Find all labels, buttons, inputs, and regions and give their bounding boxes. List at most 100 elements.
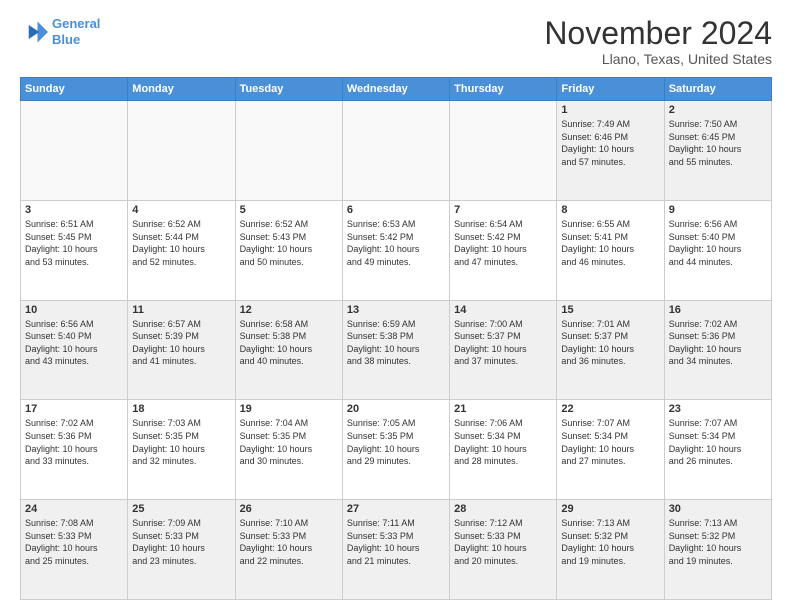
day-number: 9: [669, 204, 767, 216]
calendar-cell-2-4: 14 Sunrise: 7:00 AM Sunset: 5:37 PM Dayli…: [450, 300, 557, 400]
calendar-cell-1-0: 3 Sunrise: 6:51 AM Sunset: 5:45 PM Daylig…: [21, 200, 128, 300]
day-number: 1: [561, 104, 659, 116]
day-number: 17: [25, 403, 123, 415]
calendar-header-wednesday: Wednesday: [342, 78, 449, 101]
calendar-cell-4-4: 28 Sunrise: 7:12 AM Sunset: 5:33 PM Dayli…: [450, 500, 557, 600]
day-info: Sunrise: 6:52 AM Sunset: 5:44 PM Dayligh…: [132, 218, 230, 268]
day-number: 4: [132, 204, 230, 216]
logo-blue: Blue: [52, 32, 100, 48]
calendar-cell-2-6: 16 Sunrise: 7:02 AM Sunset: 5:36 PM Dayli…: [664, 300, 771, 400]
calendar-cell-3-2: 19 Sunrise: 7:04 AM Sunset: 5:35 PM Dayli…: [235, 400, 342, 500]
calendar-header-thursday: Thursday: [450, 78, 557, 101]
day-info: Sunrise: 7:49 AM Sunset: 6:46 PM Dayligh…: [561, 118, 659, 168]
day-number: 21: [454, 403, 552, 415]
day-number: 13: [347, 304, 445, 316]
calendar-week-3: 17 Sunrise: 7:02 AM Sunset: 5:36 PM Dayli…: [21, 400, 772, 500]
day-number: 8: [561, 204, 659, 216]
day-info: Sunrise: 6:56 AM Sunset: 5:40 PM Dayligh…: [669, 218, 767, 268]
page: General Blue November 2024 Llano, Texas,…: [0, 0, 792, 612]
day-info: Sunrise: 7:08 AM Sunset: 5:33 PM Dayligh…: [25, 517, 123, 567]
day-info: Sunrise: 7:02 AM Sunset: 5:36 PM Dayligh…: [25, 417, 123, 467]
day-number: 16: [669, 304, 767, 316]
calendar-cell-3-4: 21 Sunrise: 7:06 AM Sunset: 5:34 PM Dayli…: [450, 400, 557, 500]
day-info: Sunrise: 6:55 AM Sunset: 5:41 PM Dayligh…: [561, 218, 659, 268]
calendar-cell-3-3: 20 Sunrise: 7:05 AM Sunset: 5:35 PM Dayli…: [342, 400, 449, 500]
calendar-cell-2-5: 15 Sunrise: 7:01 AM Sunset: 5:37 PM Dayli…: [557, 300, 664, 400]
day-number: 23: [669, 403, 767, 415]
calendar-cell-4-6: 30 Sunrise: 7:13 AM Sunset: 5:32 PM Dayli…: [664, 500, 771, 600]
calendar-cell-0-1: [128, 101, 235, 201]
day-info: Sunrise: 6:59 AM Sunset: 5:38 PM Dayligh…: [347, 318, 445, 368]
calendar-header-tuesday: Tuesday: [235, 78, 342, 101]
day-info: Sunrise: 7:13 AM Sunset: 5:32 PM Dayligh…: [561, 517, 659, 567]
calendar-week-2: 10 Sunrise: 6:56 AM Sunset: 5:40 PM Dayli…: [21, 300, 772, 400]
day-info: Sunrise: 7:01 AM Sunset: 5:37 PM Dayligh…: [561, 318, 659, 368]
day-info: Sunrise: 6:57 AM Sunset: 5:39 PM Dayligh…: [132, 318, 230, 368]
calendar-cell-0-2: [235, 101, 342, 201]
calendar-week-0: 1 Sunrise: 7:49 AM Sunset: 6:46 PM Daylig…: [21, 101, 772, 201]
calendar-cell-2-3: 13 Sunrise: 6:59 AM Sunset: 5:38 PM Dayli…: [342, 300, 449, 400]
calendar-cell-3-1: 18 Sunrise: 7:03 AM Sunset: 5:35 PM Dayli…: [128, 400, 235, 500]
day-info: Sunrise: 6:51 AM Sunset: 5:45 PM Dayligh…: [25, 218, 123, 268]
calendar-cell-3-6: 23 Sunrise: 7:07 AM Sunset: 5:34 PM Dayli…: [664, 400, 771, 500]
day-info: Sunrise: 7:50 AM Sunset: 6:45 PM Dayligh…: [669, 118, 767, 168]
logo-text: General Blue: [52, 16, 100, 47]
calendar-week-1: 3 Sunrise: 6:51 AM Sunset: 5:45 PM Daylig…: [21, 200, 772, 300]
calendar-cell-4-2: 26 Sunrise: 7:10 AM Sunset: 5:33 PM Dayli…: [235, 500, 342, 600]
day-info: Sunrise: 7:00 AM Sunset: 5:37 PM Dayligh…: [454, 318, 552, 368]
logo-general: General: [52, 16, 100, 31]
calendar-header-sunday: Sunday: [21, 78, 128, 101]
calendar-cell-4-5: 29 Sunrise: 7:13 AM Sunset: 5:32 PM Dayli…: [557, 500, 664, 600]
day-number: 24: [25, 503, 123, 515]
calendar-cell-2-1: 11Sunrise: 6:57 AM Sunset: 5:39 PM Dayli…: [128, 300, 235, 400]
calendar-cell-3-0: 17 Sunrise: 7:02 AM Sunset: 5:36 PM Dayli…: [21, 400, 128, 500]
calendar-cell-1-3: 6Sunrise: 6:53 AM Sunset: 5:42 PM Daylig…: [342, 200, 449, 300]
day-number: 20: [347, 403, 445, 415]
day-number: 27: [347, 503, 445, 515]
top-section: General Blue November 2024 Llano, Texas,…: [20, 16, 772, 67]
calendar-cell-4-1: 25Sunrise: 7:09 AM Sunset: 5:33 PM Dayli…: [128, 500, 235, 600]
day-info: Sunrise: 7:06 AM Sunset: 5:34 PM Dayligh…: [454, 417, 552, 467]
calendar-cell-2-0: 10 Sunrise: 6:56 AM Sunset: 5:40 PM Dayli…: [21, 300, 128, 400]
day-number: 28: [454, 503, 552, 515]
calendar-cell-4-0: 24 Sunrise: 7:08 AM Sunset: 5:33 PM Dayli…: [21, 500, 128, 600]
day-info: Sunrise: 7:13 AM Sunset: 5:32 PM Dayligh…: [669, 517, 767, 567]
calendar-cell-0-0: [21, 101, 128, 201]
day-number: 5: [240, 204, 338, 216]
day-number: 25: [132, 503, 230, 515]
logo: General Blue: [20, 16, 100, 47]
calendar-cell-1-5: 8 Sunrise: 6:55 AM Sunset: 5:41 PM Daylig…: [557, 200, 664, 300]
day-info: Sunrise: 7:07 AM Sunset: 5:34 PM Dayligh…: [669, 417, 767, 467]
day-info: Sunrise: 7:05 AM Sunset: 5:35 PM Dayligh…: [347, 417, 445, 467]
calendar-cell-0-6: 2Sunrise: 7:50 AM Sunset: 6:45 PM Daylig…: [664, 101, 771, 201]
calendar-cell-4-3: 27 Sunrise: 7:11 AM Sunset: 5:33 PM Dayli…: [342, 500, 449, 600]
day-info: Sunrise: 6:54 AM Sunset: 5:42 PM Dayligh…: [454, 218, 552, 268]
day-number: 30: [669, 503, 767, 515]
day-number: 18: [132, 403, 230, 415]
day-number: 26: [240, 503, 338, 515]
day-number: 29: [561, 503, 659, 515]
day-number: 14: [454, 304, 552, 316]
day-info: Sunrise: 6:58 AM Sunset: 5:38 PM Dayligh…: [240, 318, 338, 368]
location: Llano, Texas, United States: [544, 51, 772, 67]
day-info: Sunrise: 7:10 AM Sunset: 5:33 PM Dayligh…: [240, 517, 338, 567]
month-title: November 2024: [544, 16, 772, 51]
day-info: Sunrise: 7:11 AM Sunset: 5:33 PM Dayligh…: [347, 517, 445, 567]
calendar-table: SundayMondayTuesdayWednesdayThursdayFrid…: [20, 77, 772, 600]
day-number: 3: [25, 204, 123, 216]
day-number: 10: [25, 304, 123, 316]
day-info: Sunrise: 7:02 AM Sunset: 5:36 PM Dayligh…: [669, 318, 767, 368]
day-info: Sunrise: 7:04 AM Sunset: 5:35 PM Dayligh…: [240, 417, 338, 467]
day-number: 19: [240, 403, 338, 415]
day-number: 15: [561, 304, 659, 316]
day-number: 7: [454, 204, 552, 216]
day-info: Sunrise: 7:12 AM Sunset: 5:33 PM Dayligh…: [454, 517, 552, 567]
calendar-cell-0-3: [342, 101, 449, 201]
day-info: Sunrise: 7:03 AM Sunset: 5:35 PM Dayligh…: [132, 417, 230, 467]
day-info: Sunrise: 6:56 AM Sunset: 5:40 PM Dayligh…: [25, 318, 123, 368]
calendar-cell-0-4: [450, 101, 557, 201]
calendar-cell-2-2: 12Sunrise: 6:58 AM Sunset: 5:38 PM Dayli…: [235, 300, 342, 400]
day-info: Sunrise: 6:53 AM Sunset: 5:42 PM Dayligh…: [347, 218, 445, 268]
calendar-cell-3-5: 22Sunrise: 7:07 AM Sunset: 5:34 PM Dayli…: [557, 400, 664, 500]
logo-icon: [20, 18, 48, 46]
